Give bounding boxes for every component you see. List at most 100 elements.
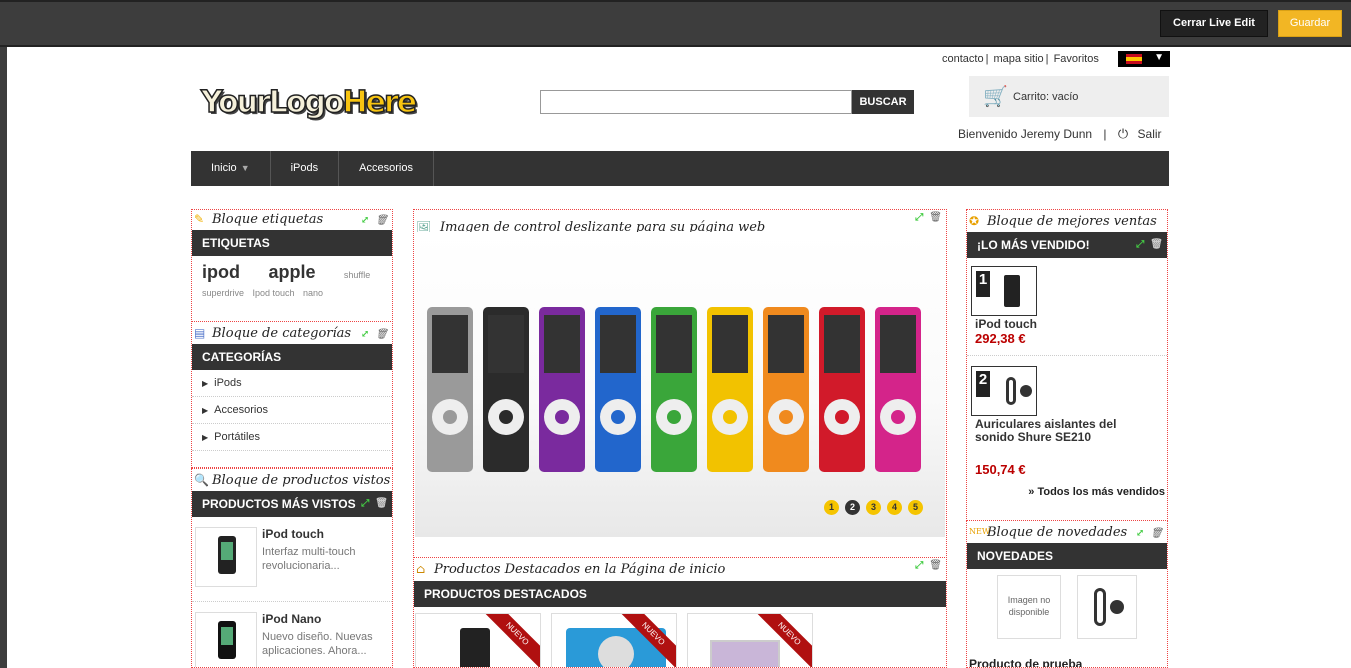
slide-dot[interactable]: 5 <box>908 500 923 515</box>
viewed-product-row[interactable]: iPod touch Interfaz multi-touch revoluci… <box>192 517 392 602</box>
product-description: Nuevo diseño. Nuevas aplicaciones. Ahora… <box>262 631 373 657</box>
viewed-product-row[interactable]: iPod Nano Nuevo diseño. Nuevas aplicacio… <box>192 602 392 667</box>
site-logo[interactable]: YourLogoHere <box>200 84 418 121</box>
cart-summary[interactable]: 🛒 Carrito: vacío <box>969 76 1169 117</box>
block-heading: ¡LO MÁS VENDIDO! ⤢ 🗑 <box>967 232 1167 258</box>
top-links: contacto | mapa sitio | Favoritos <box>942 53 1099 65</box>
ipod-nano-illustration <box>819 307 865 472</box>
search-button[interactable]: BUSCAR <box>852 90 914 114</box>
category-item[interactable]: ▶ iPods <box>192 370 392 397</box>
product-thumbnail[interactable] <box>195 612 257 667</box>
frame-border <box>0 47 7 668</box>
category-item[interactable]: ▶ Portátiles <box>192 424 392 451</box>
tag-link[interactable]: apple <box>268 262 315 283</box>
product-thumbnail[interactable] <box>195 527 257 587</box>
link-favoritos[interactable]: Favoritos <box>1054 53 1099 65</box>
featured-product-card[interactable]: NUEVO <box>415 613 541 667</box>
product-name[interactable]: Producto de prueba <box>969 657 1082 667</box>
move-icon[interactable]: ⤢ <box>915 212 923 223</box>
all-bestsellers-link[interactable]: » Todos los más vendidos <box>1028 486 1165 498</box>
nav-item-accesorios[interactable]: Accesorios <box>339 151 434 186</box>
bestseller-item[interactable]: 1 iPod touch 292,38 € <box>967 258 1167 356</box>
search-input[interactable] <box>540 90 852 114</box>
product-price: 292,38 € <box>975 331 1026 346</box>
move-icon[interactable]: ⤢ <box>361 498 369 509</box>
move-icon[interactable]: ⤢ <box>361 329 369 340</box>
product-name[interactable]: Auriculares aislantes del sonido Shure S… <box>975 418 1155 444</box>
move-icon[interactable]: ⤢ <box>1136 528 1144 539</box>
trash-icon[interactable]: 🗑 <box>375 498 388 509</box>
power-icon[interactable]: ⏻ <box>1118 126 1128 141</box>
product-name[interactable]: iPod touch <box>262 527 324 541</box>
welcome-text: Bienvenido Jeremy Dunn <box>958 127 1093 141</box>
block-title: ✪ Bloque de mejores ventas <box>969 214 1157 229</box>
product-image <box>460 628 490 667</box>
spain-flag-icon <box>1126 54 1142 64</box>
viewed-products-block[interactable]: 🔍 Bloque de productos vistos PRODUCTOS M… <box>191 468 393 668</box>
block-heading: CATEGORÍAS <box>192 344 392 370</box>
slide-dot[interactable]: 1 <box>824 500 839 515</box>
save-button[interactable]: Guardar <box>1278 10 1342 37</box>
product-thumbnail[interactable] <box>1077 575 1137 639</box>
slider-block[interactable]: 🖼 Imagen de control deslizante para su p… <box>413 209 947 558</box>
featured-product-card[interactable]: NUEVO <box>551 613 677 667</box>
ipod-nano-illustration <box>875 307 921 472</box>
tag-link[interactable]: superdrive <box>202 288 244 298</box>
tag-link[interactable]: ipod <box>202 262 240 283</box>
move-icon[interactable]: ⤢ <box>915 560 923 571</box>
list-icon: ▤ <box>194 326 206 340</box>
logout-link[interactable]: Salir <box>1138 127 1162 141</box>
tags-block[interactable]: ✎ Bloque etiquetas ⤢ 🗑 ETIQUETAS ipod app… <box>191 209 393 322</box>
tag-link[interactable]: nano <box>303 288 323 298</box>
ipod-nano-illustration <box>483 307 529 472</box>
trash-icon[interactable]: 🗑 <box>375 329 388 340</box>
block-title: 🔍 Bloque de productos vistos <box>194 473 391 488</box>
nav-item-inicio[interactable]: Inicio ▼ <box>191 151 271 186</box>
cart-status: Carrito: vacío <box>1013 91 1079 103</box>
trash-icon[interactable]: 🗑 <box>929 212 942 223</box>
featured-block[interactable]: ⌂ Productos Destacados en la Página de i… <box>413 557 947 668</box>
product-thumbnail[interactable]: 1 <box>971 266 1037 316</box>
ipod-nano-illustration <box>595 307 641 472</box>
new-products-block[interactable]: NEW Bloque de novedades ⤢ 🗑 NOVEDADES Ima… <box>966 520 1168 668</box>
ipod-touch-image <box>1004 275 1020 307</box>
trash-icon[interactable]: 🗑 <box>1150 239 1163 250</box>
block-title: ⌂ Productos Destacados en la Página de i… <box>416 562 726 577</box>
link-mapa-sitio[interactable]: mapa sitio <box>994 53 1044 65</box>
trash-icon[interactable]: 🗑 <box>1150 528 1163 539</box>
language-selector[interactable]: ▼ <box>1118 51 1170 67</box>
trash-icon[interactable]: 🗑 <box>929 560 942 571</box>
slide-dot[interactable]: 4 <box>887 500 902 515</box>
home-icon: ⌂ <box>416 562 426 576</box>
caret-down-icon: ▼ <box>240 163 250 173</box>
block-tools: ⤢ 🗑 <box>361 491 388 517</box>
close-live-edit-button[interactable]: Cerrar Live Edit <box>1160 10 1268 37</box>
slide-dot-active[interactable]: 2 <box>845 500 860 515</box>
link-contacto[interactable]: contacto <box>942 53 984 65</box>
slider-image[interactable]: 12345 <box>415 232 945 537</box>
main-nav: Inicio ▼ iPods Accesorios <box>191 151 1169 186</box>
block-tools: ⤢ 🗑 <box>915 212 942 223</box>
bestseller-item[interactable]: 2 Auriculares aislantes del sonido Shure… <box>967 356 1167 498</box>
product-name[interactable]: iPod touch <box>975 318 1037 331</box>
move-icon[interactable]: ⤢ <box>1136 239 1144 250</box>
tag-icon: ✎ <box>194 212 205 226</box>
slide-dot[interactable]: 3 <box>866 500 881 515</box>
ipod-nano-illustration <box>427 307 473 472</box>
block-heading: PRODUCTOS MÁS VISTOS ⤢ 🗑 <box>192 491 392 517</box>
tag-link[interactable]: shuffle <box>344 270 370 280</box>
rank-badge: 2 <box>976 371 990 397</box>
move-icon[interactable]: ⤢ <box>361 215 369 226</box>
cart-icon: 🛒 <box>983 86 1008 108</box>
bestsellers-block[interactable]: ✪ Bloque de mejores ventas ¡LO MÁS VENDI… <box>966 209 1168 521</box>
product-thumbnail[interactable]: 2 <box>971 366 1037 416</box>
trash-icon[interactable]: 🗑 <box>375 215 388 226</box>
categories-block[interactable]: ▤ Bloque de categorías ⤢ 🗑 CATEGORÍAS ▶ iP… <box>191 321 393 468</box>
ipod-nano-illustration <box>707 307 753 472</box>
nav-item-ipods[interactable]: iPods <box>271 151 340 186</box>
tag-link[interactable]: Ipod touch <box>252 288 294 298</box>
no-image-placeholder[interactable]: Imagen no disponible <box>997 575 1061 639</box>
product-name[interactable]: iPod Nano <box>262 612 321 626</box>
featured-product-card[interactable]: NUEVO <box>687 613 813 667</box>
category-item[interactable]: ▶ Accesorios <box>192 397 392 424</box>
